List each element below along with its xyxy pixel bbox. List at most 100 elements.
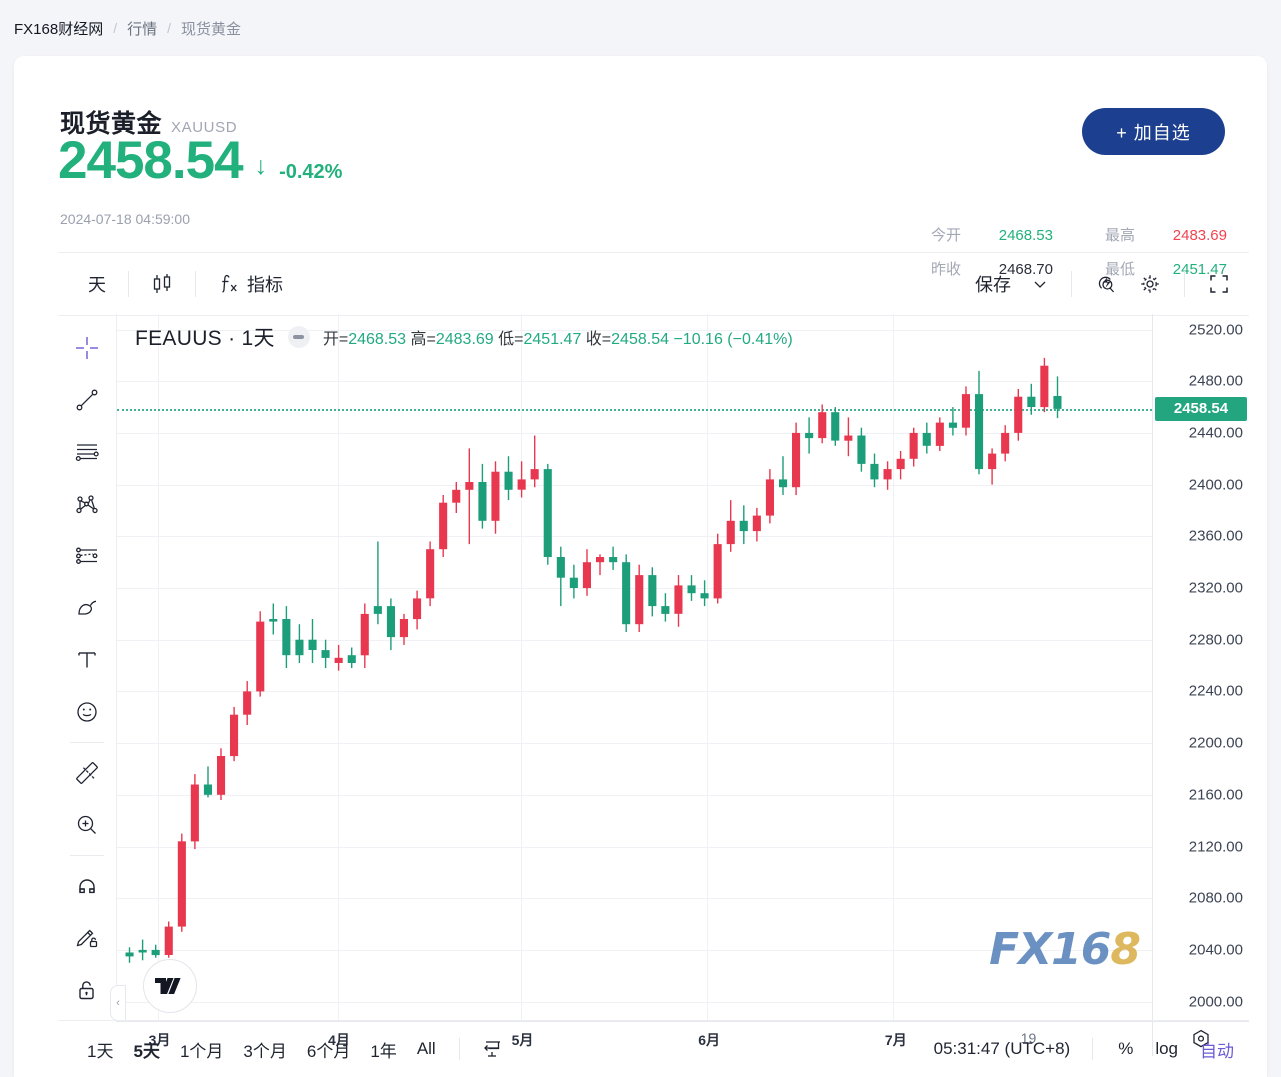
auto-scale-button[interactable]: 自动 <box>1191 1032 1243 1067</box>
drawing-toolbar <box>58 314 117 1021</box>
fullscreen-button[interactable] <box>1197 266 1241 302</box>
stat-label-open: 今开 <box>931 224 975 245</box>
quote-timestamp: 2024-07-18 04:59:00 <box>60 211 190 227</box>
range-button-3[interactable]: 3个月 <box>234 1032 295 1067</box>
crosshair-tool[interactable] <box>67 322 107 374</box>
current-price-badge: 2458.54 <box>1155 397 1247 421</box>
text-tool[interactable] <box>67 634 107 686</box>
breadcrumb-separator-2: / <box>167 20 171 36</box>
price-tick-1: 2480.00 <box>1189 373 1243 390</box>
gear-icon <box>1138 272 1162 296</box>
price-tick-0: 2520.00 <box>1189 321 1243 338</box>
horizontal-lines-tool[interactable] <box>67 426 107 478</box>
tradingview-logo[interactable] <box>143 959 197 1013</box>
add-to-watchlist-button[interactable]: + 加自选 <box>1082 108 1225 155</box>
price-block: 2458.54 ↓ -0.42% <box>58 134 342 187</box>
price-tick-8: 2200.00 <box>1189 735 1243 752</box>
change-percent: -0.42% <box>279 161 342 184</box>
quote-card: 现货黄金 XAUUSD 2458.54 ↓ -0.42% 2024-07-18 … <box>14 56 1267 1077</box>
range-selector: 1天5天1个月3个月6个月1年All <box>78 1032 447 1067</box>
chart-settings-button[interactable] <box>1128 266 1172 302</box>
chart-footer-right: 05:31:47 (UTC+8) % log 自动 <box>934 1032 1243 1067</box>
measure-tool[interactable] <box>67 747 107 799</box>
brush-icon <box>73 594 101 622</box>
range-button-0[interactable]: 1天 <box>78 1032 122 1067</box>
magnet-tool[interactable] <box>67 860 107 912</box>
chart-toolbar-right: 保存 <box>965 266 1241 302</box>
chart-container: 天 <box>58 252 1249 1077</box>
price-tick-3: 2400.00 <box>1189 476 1243 493</box>
horizontal-lines-icon <box>73 438 101 466</box>
emoji-tool[interactable] <box>67 686 107 738</box>
zoom-tool[interactable] <box>67 799 107 851</box>
goto-date-icon <box>481 1037 505 1061</box>
chart-body: FEAUUS · 1天 开=2468.53 高=2483.69 低=2451.4… <box>58 314 1249 1021</box>
range-button-6[interactable]: All <box>408 1034 445 1064</box>
stat-value-open: 2468.53 <box>975 227 1105 244</box>
breadcrumb-item-markets[interactable]: 行情 <box>127 18 157 39</box>
drawing-toolbar-divider-1 <box>70 742 104 743</box>
toolbar-divider-4 <box>1184 271 1185 297</box>
ruler-icon <box>73 759 101 787</box>
trendline-tool[interactable] <box>67 374 107 426</box>
alerts-button[interactable] <box>1084 266 1128 302</box>
elliott-pattern-icon <box>73 490 101 518</box>
crosshair-icon <box>73 334 101 362</box>
price-tick-9: 2160.00 <box>1189 786 1243 803</box>
price-tick-4: 2360.00 <box>1189 528 1243 545</box>
stat-label-high: 最高 <box>1105 224 1149 245</box>
breadcrumb-root[interactable]: FX168财经网 <box>14 18 103 39</box>
chart-plot-area[interactable]: FEAUUS · 1天 开=2468.53 高=2483.69 低=2451.4… <box>117 314 1152 1021</box>
drawing-toolbar-divider-2 <box>70 855 104 856</box>
watermark-gold: 8 <box>1110 924 1140 975</box>
watermark-blue: FX16 <box>989 924 1110 975</box>
price-tick-7: 2240.00 <box>1189 683 1243 700</box>
range-button-1[interactable]: 5天 <box>124 1032 168 1067</box>
toolbar-divider-1 <box>128 271 129 297</box>
chart-footer: 1天5天1个月3个月6个月1年All 05:31:47 (UTC+8) % lo… <box>58 1020 1249 1077</box>
price-tick-11: 2080.00 <box>1189 890 1243 907</box>
price-tick-6: 2280.00 <box>1189 631 1243 648</box>
direction-arrow-icon: ↓ <box>255 152 268 181</box>
magnet-icon <box>73 872 101 900</box>
interval-button[interactable]: 天 <box>78 266 116 302</box>
price-tick-13: 2000.00 <box>1189 993 1243 1010</box>
collapse-drawing-toolbar-button[interactable]: ‹ <box>110 985 126 1021</box>
chart-clock: 05:31:47 (UTC+8) <box>934 1039 1071 1059</box>
footer-divider-1 <box>459 1038 460 1060</box>
price-axis[interactable]: 2520.00 2480.00 2440.00 2400.00 2360.00 2320.… <box>1152 314 1249 1021</box>
unlock-icon <box>73 976 101 1004</box>
text-icon <box>73 646 101 674</box>
range-button-5[interactable]: 1年 <box>361 1032 405 1067</box>
range-button-2[interactable]: 1个月 <box>171 1032 232 1067</box>
chevron-down-icon <box>1031 275 1049 293</box>
save-menu-button[interactable] <box>1021 266 1059 302</box>
goto-date-button[interactable] <box>472 1032 514 1066</box>
chart-type-button[interactable] <box>141 266 183 302</box>
save-button[interactable]: 保存 <box>965 266 1021 302</box>
indicators-label: 指标 <box>247 271 283 297</box>
percent-scale-button[interactable]: % <box>1109 1034 1142 1064</box>
range-button-4[interactable]: 6个月 <box>298 1032 359 1067</box>
lock-all-tool[interactable] <box>67 964 107 1016</box>
trend-line-icon <box>73 386 101 414</box>
price-tick-12: 2040.00 <box>1189 941 1243 958</box>
quote-header: 现货黄金 XAUUSD 2458.54 ↓ -0.42% 2024-07-18 … <box>14 56 1267 252</box>
indicators-button[interactable]: 指标 <box>208 266 293 302</box>
log-scale-button[interactable]: log <box>1146 1034 1187 1064</box>
drawing-lock-tool[interactable] <box>67 912 107 964</box>
forecast-icon <box>73 542 101 570</box>
alert-search-icon <box>1094 272 1118 296</box>
price-tick-5: 2320.00 <box>1189 580 1243 597</box>
prediction-tool[interactable] <box>67 530 107 582</box>
pattern-tool[interactable] <box>67 478 107 530</box>
breadcrumb: FX168财经网 / 行情 / 现货黄金 <box>0 0 1281 56</box>
fx-icon <box>218 272 240 296</box>
breadcrumb-current: 现货黄金 <box>181 18 241 39</box>
chart-toolbar: 天 <box>58 252 1249 316</box>
pencil-lock-icon <box>73 924 101 952</box>
last-price: 2458.54 <box>58 134 243 187</box>
brush-tool[interactable] <box>67 582 107 634</box>
price-tick-10: 2120.00 <box>1189 838 1243 855</box>
price-tick-2: 2440.00 <box>1189 424 1243 441</box>
